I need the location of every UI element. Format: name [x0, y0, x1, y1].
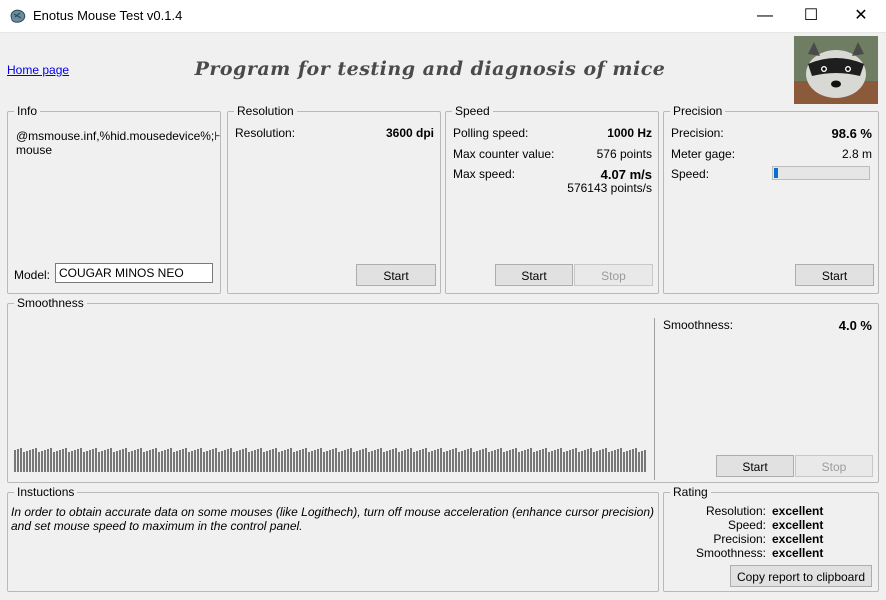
max-speed-value: 4.07 m/s — [600, 167, 652, 182]
info-group: Info @msmouse.inf,%hid.mousedevice%;⊦ mo… — [7, 104, 221, 294]
rating-value: excellent — [772, 532, 824, 546]
home-page-link[interactable]: Home page — [7, 63, 69, 77]
precision-group: Precision Precision: 98.6 % Meter gage: … — [663, 104, 879, 294]
rating-label: Precision: — [713, 532, 766, 546]
rating-group-title: Rating — [670, 485, 711, 499]
meter-gage-label: Meter gage: — [671, 147, 736, 161]
speed-group-title: Speed — [452, 104, 493, 118]
speed-bar-label: Speed: — [671, 167, 710, 181]
polling-speed-value: 1000 Hz — [607, 126, 652, 140]
speed-progress-bar — [772, 166, 870, 180]
minimize-icon[interactable]: — — [742, 0, 788, 32]
device-id-text: @msmouse.inf,%hid.mousedevice%;⊦ mouse — [16, 129, 221, 157]
rating-value: excellent — [772, 504, 824, 518]
max-speed-label: Max speed: — [453, 167, 516, 181]
resolution-start-button[interactable]: Start — [356, 264, 436, 286]
precision-group-title: Precision — [670, 104, 726, 118]
precision-label: Precision: — [671, 126, 724, 140]
max-speed-points: 576143 points/s — [567, 181, 652, 195]
rating-label: Smoothness: — [695, 546, 766, 560]
banner-title: Program for testing and diagnosis of mic… — [194, 58, 666, 80]
raccoon-logo — [794, 36, 878, 104]
close-icon[interactable]: ✕ — [838, 0, 884, 32]
model-field[interactable]: COUGAR MINOS NEO — [55, 263, 213, 283]
precision-value: 98.6 % — [831, 126, 872, 141]
maximize-icon[interactable]: ☐ — [788, 0, 834, 32]
smoothness-start-button[interactable]: Start — [716, 455, 794, 477]
model-label: Model: — [14, 268, 51, 282]
rating-group: Rating Resolution: excellent Speed: exce… — [663, 485, 879, 592]
precision-start-button[interactable]: Start — [795, 264, 874, 286]
resolution-label: Resolution: — [235, 126, 296, 140]
resolution-group: Resolution Resolution: 3600 dpi Start — [227, 104, 441, 294]
resolution-group-title: Resolution — [234, 104, 297, 118]
instructions-group-title: Instuctions — [14, 485, 78, 499]
rating-label: Resolution: — [705, 504, 766, 518]
rating-value: excellent — [772, 546, 824, 560]
resolution-value: 3600 dpi — [385, 126, 434, 140]
smoothness-group-title: Smoothness — [14, 296, 87, 310]
smoothness-waveform — [14, 448, 646, 472]
speed-start-button[interactable]: Start — [495, 264, 573, 286]
speed-stop-button[interactable]: Stop — [574, 264, 653, 286]
copy-report-button[interactable]: Copy report to clipboard — [730, 565, 872, 587]
info-group-title: Info — [14, 104, 41, 118]
max-counter-label: Max counter value: — [453, 147, 555, 161]
smoothness-plot — [9, 318, 655, 480]
rating-label: Speed: — [727, 518, 766, 532]
smoothness-stop-button[interactable]: Stop — [795, 455, 873, 477]
meter-gage-value: 2.8 m — [841, 147, 872, 161]
speed-group: Speed Polling speed: 1000 Hz Max counter… — [445, 104, 659, 294]
smoothness-label: Smoothness: — [663, 318, 734, 332]
smoothness-value: 4.0 % — [838, 318, 872, 333]
polling-speed-label: Polling speed: — [453, 126, 529, 140]
title-bar: Enotus Mouse Test v0.1.4 — ☐ ✕ — [0, 0, 886, 33]
rating-value: excellent — [772, 518, 824, 532]
instructions-text: In order to obtain accurate data on some… — [11, 505, 655, 533]
max-counter-value: 576 points — [596, 147, 652, 161]
app-icon — [10, 9, 26, 23]
window-title: Enotus Mouse Test v0.1.4 — [33, 8, 183, 23]
speed-progress-fill — [774, 168, 778, 178]
